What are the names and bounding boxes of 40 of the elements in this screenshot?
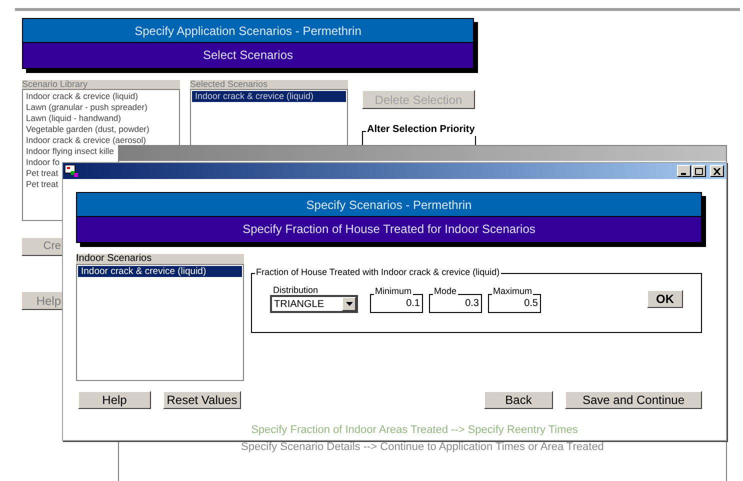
list-item[interactable]: Indoor flying insect kille [23,146,117,157]
button[interactable]: Back [484,391,553,409]
maximize-icon[interactable] [692,165,706,177]
distribution-dropdown[interactable]: TRIANGLE [270,295,358,313]
field-label: Mode [433,286,458,296]
close-icon[interactable] [710,165,724,177]
breadcrumb-text: Specify Fraction of Indoor Areas Treated --> Specify Reentry Times [250,423,579,438]
field-label: Maximum [492,286,534,296]
header-subtitle: Select Scenarios [23,43,473,68]
button[interactable]: Help [78,391,151,409]
list-item[interactable]: Indoor crack & crevice (liquid) [78,266,242,277]
number-field[interactable]: 0.3 [429,294,482,313]
group-label: Alter Selection Priority [366,124,476,136]
dropdown-arrow-icon [346,302,352,306]
list-item[interactable]: Lawn (liquid - handwand) [23,113,124,124]
app-icon [65,165,79,177]
list-label: Indoor Scenarios [76,254,244,264]
list-label: Selected Scenarios [190,80,348,89]
list-item[interactable]: Indoor crack & crevice (liquid) [23,91,141,102]
breadcrumb-text: Specify Scenario Details --> Continue to Application Times or Area Treated [240,440,605,454]
header-title: Specify Application Scenarios - Permethrin [23,19,473,43]
field-label: Minimum [374,286,413,296]
list-item[interactable]: Pet treat [23,179,62,190]
button[interactable]: OK [647,290,683,308]
button[interactable]: Reset Values [163,391,241,409]
button[interactable]: Save and Continue [565,391,702,409]
list-item[interactable]: Pet treat [23,168,62,179]
header-subtitle: Specify Fraction of House Treated for Indoor Scenarios [77,217,701,242]
minimize-icon[interactable] [677,165,691,177]
header-title: Specify Scenarios - Permethrin [77,193,701,217]
list-item[interactable]: Vegetable garden (dust, powder) [23,124,152,135]
number-field[interactable]: 0.5 [488,294,541,313]
list-item[interactable]: Indoor crack & crevice (liquid) [192,91,346,102]
list-item[interactable]: Indoor fo [23,157,63,168]
list-item[interactable]: Indoor crack & crevice (aerosol) [23,135,149,146]
list-label: Scenario Library [22,80,180,89]
field-label: Distribution [273,285,320,295]
list-item[interactable]: Lawn (granular - push spreader) [23,102,150,113]
group-label: Fraction of House Treated with Indoor crack & crevice (liquid) [255,266,501,278]
number-field[interactable]: 0.1 [370,294,423,313]
